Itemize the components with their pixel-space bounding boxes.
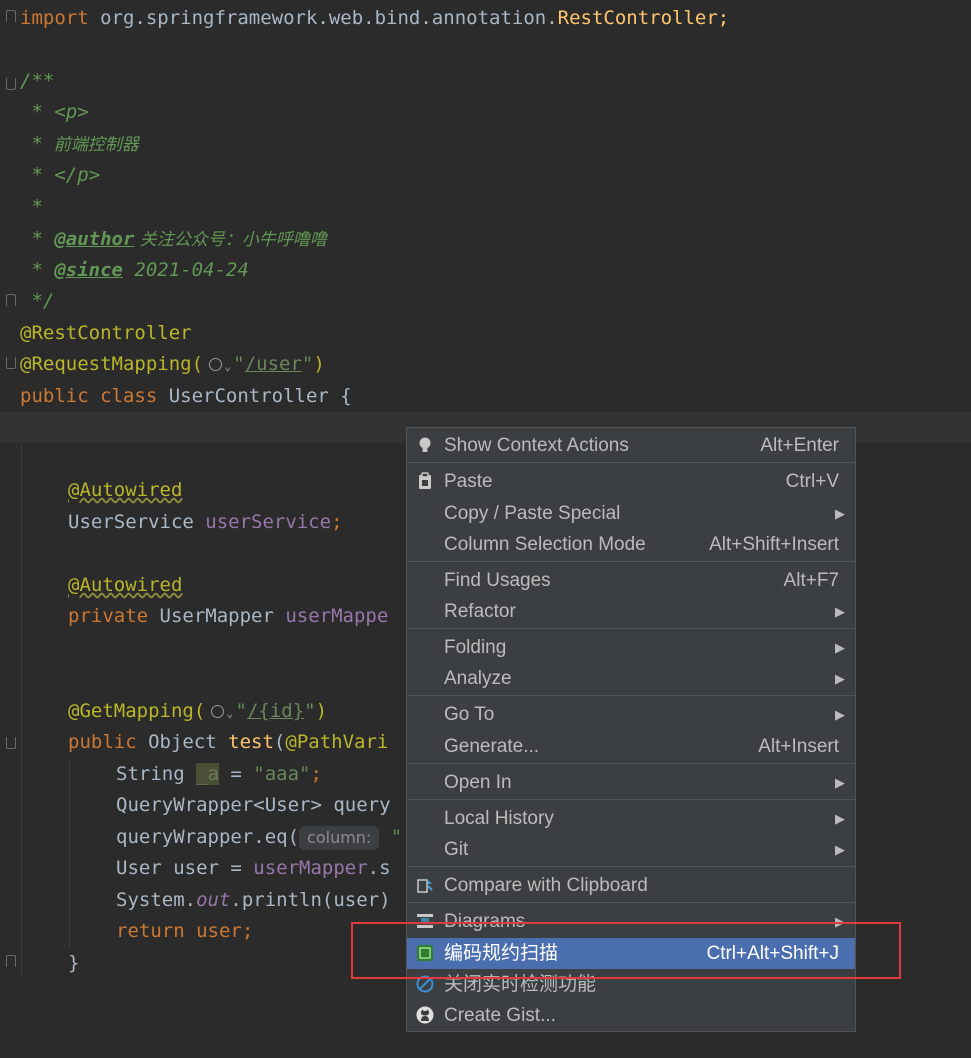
code-line-field: private UserMapper userMappe xyxy=(68,605,389,627)
menu-item-open-in[interactable]: Open In ▶ xyxy=(407,767,855,798)
menu-item-refactor[interactable]: Refactor ▶ xyxy=(407,596,855,627)
code-line-class: public class UserController { xyxy=(20,385,352,407)
code-line-statement: System.out.println(user) xyxy=(116,889,391,911)
menu-item-create-gist[interactable]: Create Gist... xyxy=(407,1000,855,1031)
code-line-doc: * <p> xyxy=(20,101,89,123)
submenu-arrow-icon: ▶ xyxy=(835,671,845,686)
code-line-annotation: @Autowired xyxy=(68,574,183,596)
code-line-doc-since: * @since 2021-04-24 xyxy=(20,259,249,281)
code-line-doc: * </p> xyxy=(20,164,101,186)
menu-separator xyxy=(407,462,855,463)
github-icon xyxy=(416,1006,434,1024)
code-line-field: UserService userService; xyxy=(68,511,343,533)
fold-marker-icon[interactable] xyxy=(6,78,16,90)
submenu-arrow-icon: ▶ xyxy=(835,707,845,722)
menu-separator xyxy=(407,902,855,903)
submenu-arrow-icon: ▶ xyxy=(835,604,845,619)
menu-item-generate[interactable]: Generate... Alt+Insert xyxy=(407,731,855,762)
code-line-annotation: @GetMapping(⌄ "/{id}") xyxy=(68,696,327,727)
code-line-doc-author: * @author 关注公众号：小牛呼噜噜 xyxy=(20,228,327,250)
menu-item-local-history[interactable]: Local History ▶ xyxy=(407,803,855,834)
code-line-statement: queryWrapper.eq(column: " xyxy=(116,826,403,850)
fold-marker-icon[interactable] xyxy=(6,357,16,369)
menu-separator xyxy=(407,866,855,867)
code-line-brace: } xyxy=(68,952,80,974)
menu-item-column-selection-mode[interactable]: Column Selection Mode Alt+Shift+Insert xyxy=(407,529,855,560)
code-line-annotation: @RestController xyxy=(20,322,192,344)
code-line-doc: * 前端控制器 xyxy=(20,133,139,155)
code-line-return: return user; xyxy=(116,920,254,942)
chevron-down-icon[interactable]: ⌄ xyxy=(226,698,233,729)
code-line-statement: QueryWrapper<User> query xyxy=(116,794,391,816)
menu-separator xyxy=(407,763,855,764)
indent-guide xyxy=(21,445,22,975)
lightbulb-icon xyxy=(419,437,431,452)
fold-marker-icon[interactable] xyxy=(6,737,16,749)
code-line-statement: User user = userMapper.s xyxy=(116,857,391,879)
menu-item-compare-with-clipboard[interactable]: Compare with Clipboard xyxy=(407,870,855,901)
submenu-arrow-icon: ▶ xyxy=(835,506,845,521)
submenu-arrow-icon: ▶ xyxy=(835,775,845,790)
menu-separator xyxy=(407,695,855,696)
submenu-arrow-icon: ▶ xyxy=(835,842,845,857)
menu-separator xyxy=(407,799,855,800)
submenu-arrow-icon: ▶ xyxy=(835,640,845,655)
menu-item-git[interactable]: Git ▶ xyxy=(407,834,855,865)
menu-item-copy-paste-special[interactable]: Copy / Paste Special ▶ xyxy=(407,498,855,529)
submenu-arrow-icon: ▶ xyxy=(835,811,845,826)
code-line-doc: * xyxy=(20,196,43,218)
fold-marker-icon[interactable] xyxy=(6,294,16,306)
code-line-annotation: @Autowired xyxy=(68,479,183,501)
code-line-method: public Object test(@PathVari xyxy=(68,731,389,753)
code-line-annotation: @RequestMapping(⌄ "/user") xyxy=(20,349,325,380)
code-line-import: import org.springframework.web.bind.anno… xyxy=(20,7,730,29)
clipboard-icon xyxy=(419,472,431,489)
menu-item-paste[interactable]: Paste Ctrl+V xyxy=(407,466,855,497)
menu-item-go-to[interactable]: Go To ▶ xyxy=(407,699,855,730)
code-line-statement: String _a = "aaa"; xyxy=(116,763,322,785)
code-line-doc-open: /** xyxy=(20,70,55,92)
menu-separator xyxy=(407,628,855,629)
parameter-hint: column: xyxy=(299,826,380,850)
globe-icon[interactable] xyxy=(209,358,223,371)
menu-item-folding[interactable]: Folding ▶ xyxy=(407,632,855,663)
chevron-down-icon[interactable]: ⌄ xyxy=(224,351,231,382)
menu-item-analyze[interactable]: Analyze ▶ xyxy=(407,663,855,694)
highlight-annotation-box xyxy=(351,922,901,979)
code-line-doc-close: */ xyxy=(20,290,55,312)
menu-separator xyxy=(407,561,855,562)
fold-marker-icon[interactable] xyxy=(6,10,16,22)
globe-icon[interactable] xyxy=(211,705,225,718)
menu-item-find-usages[interactable]: Find Usages Alt+F7 xyxy=(407,565,855,596)
fold-marker-icon[interactable] xyxy=(6,955,16,967)
menu-item-show-context-actions[interactable]: Show Context Actions Alt+Enter xyxy=(407,430,855,461)
compare-icon xyxy=(417,878,433,893)
indent-guide xyxy=(69,762,70,947)
